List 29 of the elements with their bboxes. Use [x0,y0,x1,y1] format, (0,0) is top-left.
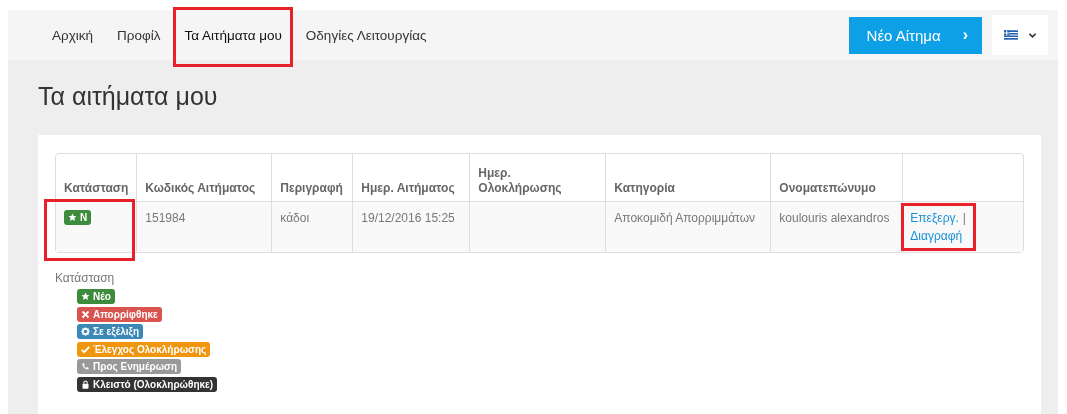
lock-icon [81,379,90,389]
cross-icon [81,309,90,319]
status-badge: Σε εξέλιξη [77,324,144,339]
table-cell: 151984 [145,211,186,225]
table-cell: 19/12/2016 15:25 [361,211,455,225]
legend-title: Κατάσταση [55,271,116,285]
page-title: Τα αιτήματα μου [38,81,219,112]
table-cell: koulouris alexandros [779,211,890,225]
status-badge: Νέο [77,289,115,304]
language-dropdown[interactable] [992,15,1048,55]
nav-link[interactable]: Αρχική [44,17,102,53]
table-cell: κάδοι [280,211,310,225]
status-badge: N [64,210,92,225]
separator: | [962,211,966,225]
status-badge: Κλειστό (Ολοκληρώθηκε) [77,376,218,392]
status-badge: Προς Ενημέρωση [77,359,182,374]
flag-icon [1003,30,1018,40]
star-icon [81,292,90,301]
nav-link[interactable]: Τα Αιτήματα μου [176,17,290,53]
status-badge: Έλεγχος Ολοκλήρωσης [77,341,211,357]
star-icon [68,213,77,222]
status-badge: Απορρίφθηκε [77,306,162,322]
nav-link[interactable]: Προφίλ [109,17,169,53]
table-cell: Αποκομιδή Απορριμμάτων [614,211,756,225]
check-icon [81,344,90,354]
nav-link[interactable]: Οδηγίες Λειτουργίας [297,17,435,53]
gear-icon [81,327,90,336]
phone-icon [81,362,90,371]
caret-icon [1027,31,1037,39]
